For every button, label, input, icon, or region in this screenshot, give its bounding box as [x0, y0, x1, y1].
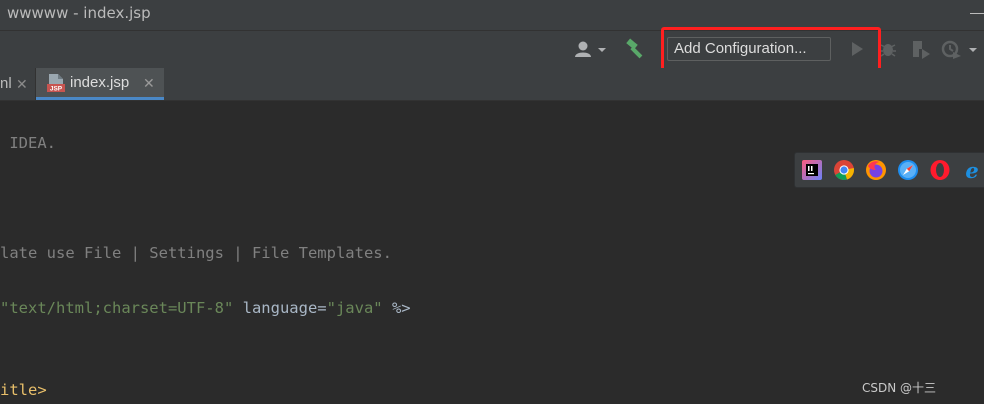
browser-popup: e: [794, 152, 984, 188]
code-string: "java": [326, 299, 383, 317]
run-icon[interactable]: [848, 40, 866, 58]
code-line: late use File | Settings | File Template…: [0, 244, 392, 262]
opera-icon[interactable]: [929, 159, 951, 181]
tab-label: nl: [0, 75, 12, 92]
code-attribute: language=: [233, 299, 327, 317]
code-editor[interactable]: IDEA. late use File | Settings | File Te…: [0, 101, 984, 404]
tab-label: index.jsp: [70, 74, 130, 91]
jsp-file-icon: JSP: [47, 74, 65, 93]
svg-text:e: e: [965, 159, 978, 181]
code-directive-end: %>: [382, 299, 411, 317]
debug-icon[interactable]: [878, 39, 898, 59]
code-line: itle>: [0, 381, 47, 399]
edge-icon[interactable]: e: [961, 159, 983, 181]
tab-index-jsp[interactable]: JSP index.jsp ✕: [36, 68, 164, 100]
close-icon[interactable]: ✕: [16, 68, 28, 100]
firefox-icon[interactable]: [865, 159, 887, 181]
user-icon[interactable]: [573, 40, 609, 60]
safari-icon[interactable]: [897, 159, 919, 181]
add-configuration-button[interactable]: Add Configuration...: [667, 37, 831, 61]
hammer-icon[interactable]: [624, 38, 648, 60]
tab-previous-file[interactable]: nl ✕: [0, 68, 36, 100]
main-toolbar: Add Configuration...: [0, 30, 984, 69]
window-title: wwwww - index.jsp: [7, 4, 151, 22]
title-bar: wwwww - index.jsp: [0, 0, 984, 30]
editor-tab-bar: nl ✕ JSP index.jsp ✕: [0, 68, 984, 101]
code-string: "text/html;charset=UTF-8": [0, 299, 234, 317]
chrome-icon[interactable]: [833, 159, 855, 181]
watermark: CSDN @十三: [862, 381, 937, 395]
code-line: IDEA.: [0, 134, 56, 152]
coverage-icon[interactable]: [910, 39, 932, 59]
close-icon[interactable]: ✕: [143, 68, 155, 98]
intellij-icon[interactable]: [801, 159, 823, 181]
minimize-icon[interactable]: [970, 13, 984, 14]
code-line: "text/html;charset=UTF-8" language="java…: [0, 299, 411, 317]
jsp-file-icon-label: JSP: [50, 86, 63, 93]
profile-icon[interactable]: [941, 39, 981, 59]
